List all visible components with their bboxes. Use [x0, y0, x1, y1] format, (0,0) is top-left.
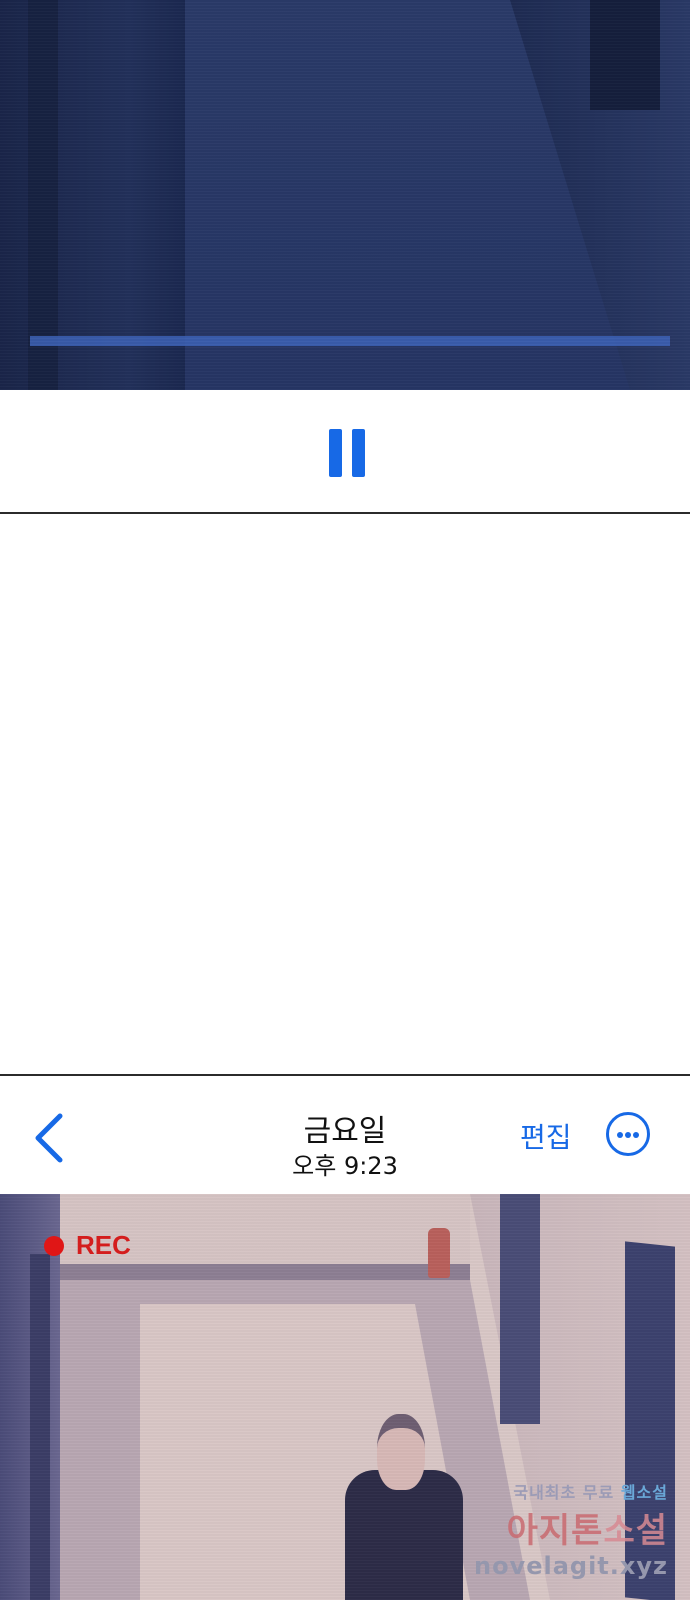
more-options-button[interactable] [606, 1112, 650, 1156]
corridor-door-edge [28, 0, 58, 390]
hallway-baseboard [60, 1264, 470, 1280]
watermark-brand: 아지톤소설 [474, 1503, 668, 1552]
cctv-photo: REC 국내최초 무료 웹소설 아지톤소설 novelagit.xyz [0, 1194, 690, 1600]
panel-gutter [0, 514, 690, 1076]
photo-time-subtitle: 오후 9:23 [292, 1152, 398, 1180]
watermark-url: novelagit.xyz [473, 1552, 668, 1580]
hallway-left-door [30, 1254, 50, 1600]
watermark-brand-highlight: 소설 [603, 1511, 668, 1551]
edit-button[interactable]: 편집 [520, 1116, 572, 1156]
pause-button[interactable] [327, 429, 367, 477]
player-control-bar [0, 390, 690, 514]
person-head [377, 1414, 425, 1490]
photo-viewer-header: 금요일 오후 9:23 편집 [0, 1076, 690, 1194]
watermark: 국내최초 무료 웹소설 아지톤소설 novelagit.xyz [474, 1479, 668, 1580]
video-frame [0, 0, 690, 390]
watermark-brand-prefix: 아지톤 [506, 1511, 604, 1551]
photo-date-title: 금요일 [303, 1114, 387, 1149]
fire-extinguisher [428, 1228, 450, 1278]
rec-indicator: REC [44, 1230, 131, 1261]
corridor-doorway [590, 0, 660, 110]
rec-label: REC [76, 1230, 131, 1260]
video-scan-line [30, 336, 670, 346]
watermark-tagline-prefix: 국내최초 무료 [513, 1483, 615, 1502]
person-figure [345, 1414, 465, 1600]
hallway-door [500, 1194, 540, 1424]
record-dot-icon [44, 1235, 64, 1256]
watermark-tagline-highlight: 웹소설 [620, 1483, 668, 1502]
watermark-tagline: 국내최초 무료 웹소설 [474, 1479, 668, 1503]
pause-icon-bar [352, 429, 365, 477]
pause-icon [329, 429, 342, 477]
